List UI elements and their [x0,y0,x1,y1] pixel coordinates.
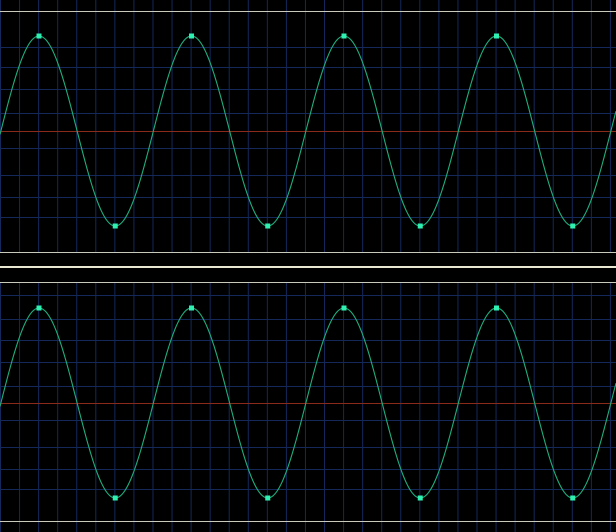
channel-2-panel[interactable] [0,283,616,532]
sample-point[interactable] [265,495,271,501]
sample-point[interactable] [494,33,499,39]
sample-point[interactable] [341,305,347,311]
sample-point[interactable] [189,33,194,39]
channel-separator[interactable] [0,252,616,283]
sample-point[interactable] [36,33,42,39]
sample-point[interactable] [494,305,499,311]
separator-bar[interactable] [0,266,616,268]
sample-point[interactable] [112,223,118,229]
channel-1-panel[interactable] [0,0,616,252]
sample-point[interactable] [112,495,118,501]
channel-1-bottom-boundary [0,252,616,253]
grid [0,0,616,252]
sample-point[interactable] [570,495,576,501]
sample-point[interactable] [570,223,576,229]
channel-2-waveform-view[interactable] [0,283,616,532]
sample-point[interactable] [265,223,271,229]
sample-point[interactable] [189,305,194,311]
waveform-editor[interactable] [0,0,616,532]
sample-point[interactable] [417,495,423,501]
sample-point[interactable] [36,305,42,311]
channel-1-waveform-view[interactable] [0,0,616,252]
sample-point[interactable] [417,223,423,229]
sample-point[interactable] [341,33,347,39]
grid [0,283,616,532]
